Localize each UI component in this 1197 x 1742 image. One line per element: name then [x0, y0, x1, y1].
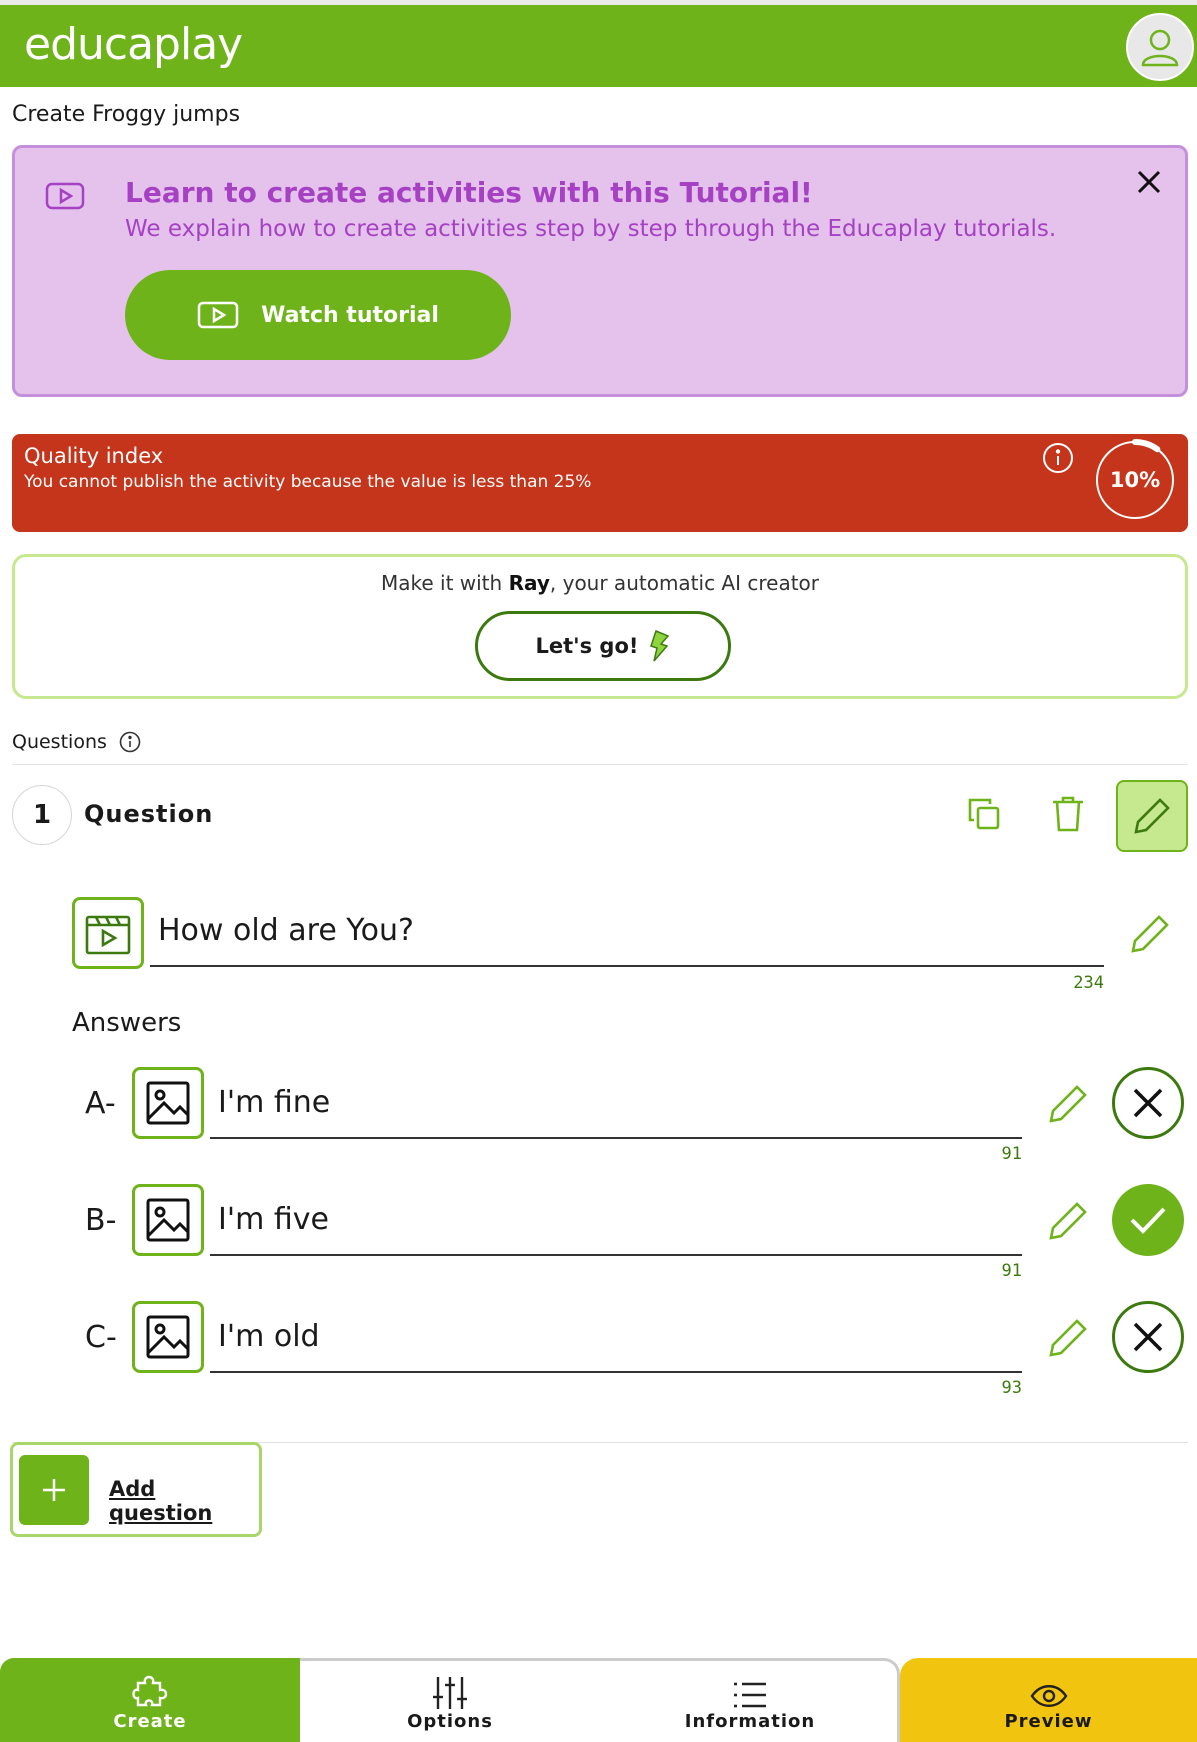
trash-icon[interactable] [1046, 792, 1090, 836]
add-question-label: Add question [109, 1477, 213, 1525]
video-clip-icon [85, 915, 131, 955]
question-media-button[interactable] [72, 897, 144, 969]
ray-description: Make it with Ray, your automatic AI crea… [380, 571, 820, 595]
answer-char-counter: 91 [1001, 1144, 1022, 1164]
video-icon [45, 182, 85, 214]
mark-incorrect-button[interactable] [1112, 1067, 1184, 1139]
answers-label: Answers [72, 1008, 182, 1038]
top-bar: educaplay [0, 0, 1197, 87]
puzzle-icon [132, 1675, 168, 1707]
info-icon[interactable] [119, 731, 141, 753]
quality-index-bar: Quality index You cannot publish the act… [12, 434, 1188, 532]
answer-image-button[interactable] [132, 1067, 204, 1139]
close-icon [1133, 1088, 1163, 1118]
answer-text-field[interactable]: I'm old [210, 1301, 1022, 1373]
video-play-icon [197, 301, 239, 329]
tab-preview[interactable]: Preview [900, 1658, 1197, 1742]
close-icon[interactable] [1131, 164, 1167, 200]
quality-value: 10% [1109, 468, 1161, 492]
mark-incorrect-button[interactable] [1112, 1301, 1184, 1373]
mark-correct-button[interactable] [1112, 1184, 1184, 1256]
list-icon [734, 1682, 766, 1708]
sliders-icon [433, 1677, 467, 1709]
lightning-icon [650, 630, 670, 662]
info-icon[interactable] [1042, 442, 1074, 478]
educaplay-logo[interactable]: educaplay [24, 19, 243, 70]
bottom-nav: Create Options Information Preview [0, 1658, 1197, 1742]
tab-create[interactable]: Create [0, 1658, 300, 1742]
pencil-icon[interactable] [1046, 1197, 1092, 1243]
answer-text-field[interactable]: I'm five [210, 1184, 1022, 1256]
edit-question-button[interactable] [1116, 780, 1188, 852]
answer-text-field[interactable]: I'm fine [210, 1067, 1022, 1139]
close-icon [1133, 1322, 1163, 1352]
question-number: 1 [12, 785, 72, 845]
pencil-icon[interactable] [1046, 1314, 1092, 1360]
image-icon [146, 1198, 190, 1242]
tab-information[interactable]: Information [600, 1658, 900, 1742]
watch-tutorial-button[interactable]: Watch tutorial [125, 270, 511, 360]
divider [12, 764, 1188, 765]
duplicate-icon[interactable] [962, 792, 1006, 836]
questions-section-label: Questions [12, 731, 141, 753]
answer-letter: A- [85, 1086, 116, 1121]
answer-char-counter: 91 [1001, 1261, 1022, 1281]
image-icon [146, 1081, 190, 1125]
tutorial-title: Learn to create activities with this Tut… [125, 176, 813, 209]
question-text-field[interactable]: How old are You? [150, 895, 1104, 967]
ray-ai-panel: Make it with Ray, your automatic AI crea… [12, 554, 1188, 699]
lets-go-label: Let's go! [535, 634, 639, 658]
pencil-icon [1134, 798, 1170, 834]
tutorial-subtitle: We explain how to create activities step… [125, 216, 1057, 242]
add-question-button[interactable]: Add question [10, 1442, 262, 1537]
tab-options[interactable]: Options [300, 1658, 600, 1742]
answer-image-button[interactable] [132, 1184, 204, 1256]
pencil-icon[interactable] [1046, 1080, 1092, 1126]
lets-go-button[interactable]: Let's go! [475, 611, 731, 681]
ray-name: Ray [508, 571, 550, 595]
checkmark-icon [1130, 1207, 1166, 1234]
answer-letter: B- [85, 1203, 117, 1238]
tutorial-banner: Learn to create activities with this Tut… [12, 145, 1188, 397]
watch-tutorial-label: Watch tutorial [261, 302, 439, 328]
answer-char-counter: 93 [1001, 1378, 1022, 1398]
question-heading: Question [84, 800, 214, 828]
answer-letter: C- [85, 1320, 117, 1355]
answer-image-button[interactable] [132, 1301, 204, 1373]
image-icon [146, 1315, 190, 1359]
pencil-icon[interactable] [1128, 910, 1174, 956]
plus-icon [19, 1455, 89, 1525]
page-title: Create Froggy jumps [12, 102, 241, 127]
quality-title: Quality index [24, 444, 164, 468]
eye-icon [1030, 1685, 1067, 1707]
question-char-counter: 234 [1073, 973, 1104, 993]
quality-message: You cannot publish the activity because … [24, 472, 592, 492]
user-avatar-icon[interactable] [1126, 13, 1194, 81]
